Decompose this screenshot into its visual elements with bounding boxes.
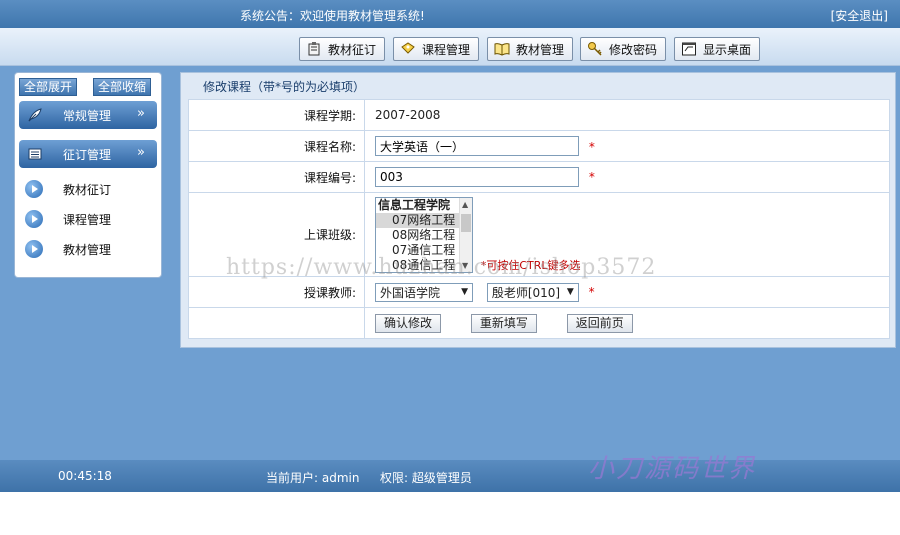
toolbar-label: 课程管理 [422, 42, 471, 57]
term-label: 课程学期: [188, 99, 365, 131]
sidebar-item-label: 课程管理 [63, 212, 112, 227]
expand-all-button[interactable]: 全部展开 [19, 78, 78, 96]
edit-course-panel: 修改课程（带*号的为必填项） 课程学期: 2007-2008 课程名称: * 课… [180, 72, 896, 348]
course-name-input[interactable] [375, 136, 579, 156]
toolbar: 教材征订 课程管理 教材管理 修改密码 显示桌面 [0, 28, 900, 66]
sidebar-item-course-management[interactable]: 课程管理 [25, 208, 155, 230]
scroll-thumb[interactable] [461, 213, 471, 232]
book-stack-icon [308, 42, 320, 56]
dropdown-arrow-icon: ▼ [461, 287, 468, 297]
college-selected-value: 外国语学院 [380, 285, 441, 300]
chevron-double-right-icon: » [137, 106, 145, 121]
toolbar-textbook-management-button[interactable]: 教材管理 [487, 37, 574, 61]
sidebar-item-label: 教材征订 [63, 182, 112, 197]
course-code-label: 课程编号: [188, 161, 365, 193]
reset-button[interactable]: 重新填写 [470, 313, 537, 333]
teacher-selected-value: 殷老师[010] [491, 285, 561, 300]
course-code-input[interactable] [375, 167, 579, 187]
toolbar-book-order-button[interactable]: 教材征订 [299, 37, 386, 61]
play-circle-icon [25, 240, 43, 258]
clock-time: 00:45:18 [58, 469, 112, 483]
form-row-term: 课程学期: 2007-2008 [188, 99, 890, 131]
sidebar: 全部展开 全部收缩 常规管理 » 征订管理 » 教材征订 课程管理 教材管理 [14, 72, 162, 278]
tag-icon [401, 42, 415, 54]
key-icon [588, 42, 602, 56]
back-button[interactable]: 返回前页 [566, 313, 633, 333]
course-name-label: 课程名称: [188, 130, 365, 162]
teacher-select[interactable]: 殷老师[010] ▼ [486, 282, 579, 302]
sidebar-item-textbook-management[interactable]: 教材管理 [25, 238, 155, 260]
url-watermark: https://www.huzhan.com/ishop3572 [226, 255, 657, 280]
class-option[interactable]: 07网络工程 [376, 212, 472, 228]
dropdown-arrow-icon: ▼ [566, 287, 574, 297]
form-row-name: 课程名称: * [188, 130, 890, 162]
sidebar-item-label: 教材管理 [63, 242, 112, 257]
option-group-label: 信息工程学院 [378, 197, 451, 212]
sidebar-section-label: 征订管理 [63, 147, 112, 162]
edit-course-form: 课程学期: 2007-2008 课程名称: * 课程编号: * 上课班级: [188, 99, 890, 339]
play-circle-icon [25, 210, 43, 228]
sidebar-item-book-order[interactable]: 教材征订 [25, 178, 155, 200]
sidebar-section-general[interactable]: 常规管理 » [19, 101, 157, 129]
status-bar: 00:45:18 当前用户: admin 权限: 超级管理员 [0, 460, 900, 492]
required-mark: * [588, 170, 595, 184]
teacher-label: 授课教师: [188, 276, 365, 308]
list-icon [28, 148, 42, 160]
system-notice: 系统公告：欢迎使用教材管理系统! [240, 9, 425, 23]
toolbar-show-desktop-button[interactable]: 显示桌面 [674, 37, 761, 61]
open-book-icon [494, 43, 510, 56]
user-role: 权限: 超级管理员 [380, 471, 472, 485]
required-mark: * [588, 284, 595, 299]
toolbar-course-management-button[interactable]: 课程管理 [393, 37, 480, 61]
current-user: 当前用户: admin [266, 471, 360, 485]
toolbar-change-password-button[interactable]: 修改密码 [580, 37, 667, 61]
term-value: 2007-2008 [364, 99, 890, 131]
feather-icon [28, 108, 42, 122]
class-option[interactable]: 08网络工程 [376, 228, 472, 243]
scroll-up-icon[interactable]: ▲ [462, 200, 468, 209]
desktop-icon [682, 42, 696, 56]
required-mark: * [588, 139, 595, 154]
sidebar-section-order[interactable]: 征订管理 » [19, 140, 157, 168]
toolbar-label: 教材征订 [328, 42, 377, 57]
toolbar-label: 教材管理 [516, 42, 565, 57]
toolbar-label: 修改密码 [609, 42, 658, 57]
top-notice-bar: 系统公告：欢迎使用教材管理系统! [安全退出] [0, 0, 900, 28]
play-circle-icon [25, 180, 43, 198]
app-window: 系统公告：欢迎使用教材管理系统! [安全退出] 教材征订 课程管理 教材管理 修… [0, 0, 900, 535]
brand-watermark: 小刀源码世界 [588, 454, 757, 484]
form-row-actions: 确认修改 重新填写 返回前页 [188, 307, 890, 339]
form-row-teacher: 授课教师: 外国语学院 ▼ 殷老师[010] ▼ * [188, 276, 890, 308]
sidebar-section-label: 常规管理 [63, 108, 112, 123]
toolbar-label: 显示桌面 [703, 42, 752, 57]
form-row-code: 课程编号: * [188, 161, 890, 193]
college-select[interactable]: 外国语学院 ▼ [375, 282, 473, 302]
panel-title: 修改课程（带*号的为必填项） [203, 80, 366, 94]
collapse-all-button[interactable]: 全部收缩 [93, 78, 152, 96]
confirm-edit-button[interactable]: 确认修改 [375, 313, 442, 333]
logout-link[interactable]: [安全退出] [831, 7, 888, 24]
chevron-double-right-icon: » [137, 145, 145, 160]
